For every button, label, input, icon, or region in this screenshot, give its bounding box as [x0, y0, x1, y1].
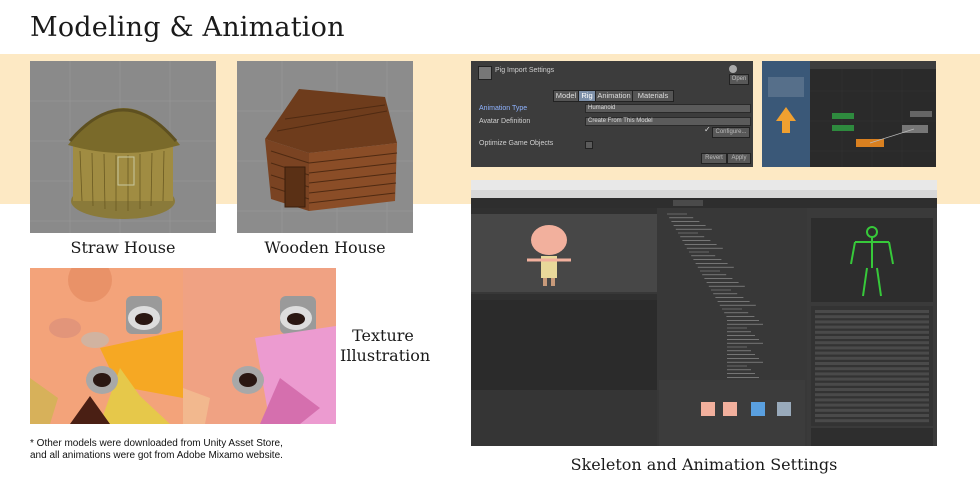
animation-type-label: Animation Type [479, 105, 528, 112]
texture-caption-line1: Texture [352, 326, 414, 345]
configure-button[interactable]: Configure... [712, 127, 750, 138]
settings-gear-icon[interactable] [729, 65, 737, 73]
texture-caption-line2: Illustration [340, 346, 431, 365]
wooden-house-image [237, 61, 413, 233]
footnote-line2: and all animations were got from Adobe M… [30, 450, 283, 461]
tab-rig[interactable]: Rig [578, 90, 596, 102]
avatar-definition-dropdown[interactable]: Create From This Model [585, 117, 751, 126]
straw-house-caption: Straw House [70, 238, 176, 257]
wooden-house-caption: Wooden House [264, 238, 386, 257]
skeleton-caption: Skeleton and Animation Settings [570, 455, 838, 474]
pig-asset-icon [478, 66, 492, 80]
pig-import-settings-panel: Pig Import Settings Open Model Rig Anima… [471, 61, 753, 167]
optimize-checkbox[interactable] [585, 141, 593, 149]
tab-materials[interactable]: Materials [632, 90, 674, 102]
apply-button[interactable]: Apply [727, 153, 751, 164]
footnote: * Other models were downloaded from Unit… [30, 438, 283, 462]
avatar-definition-label: Avatar Definition [479, 118, 531, 125]
texture-drawing [30, 268, 336, 424]
import-settings-header: Pig Import Settings [495, 67, 555, 74]
texture-illustration-image [30, 268, 336, 424]
straw-house-image [30, 61, 216, 233]
checkmark-icon: ✓ [704, 125, 711, 134]
open-button[interactable]: Open [729, 74, 749, 85]
revert-button[interactable]: Revert [701, 153, 727, 164]
tab-model[interactable]: Model [553, 90, 579, 102]
straw-house-drawing [30, 61, 216, 233]
animation-type-dropdown[interactable]: Humanoid [585, 104, 751, 113]
animator-graph-drawing [762, 61, 936, 167]
unity-editor-screenshot [471, 180, 937, 446]
unity-editor-drawing [471, 180, 937, 446]
animator-graph-panel [762, 61, 936, 167]
footnote-line1: * Other models were downloaded from Unit… [30, 438, 283, 449]
wooden-house-drawing [237, 61, 413, 233]
tab-animation[interactable]: Animation [595, 90, 633, 102]
page-title: Modeling & Animation [30, 12, 345, 43]
optimize-label: Optimize Game Objects [479, 140, 554, 147]
